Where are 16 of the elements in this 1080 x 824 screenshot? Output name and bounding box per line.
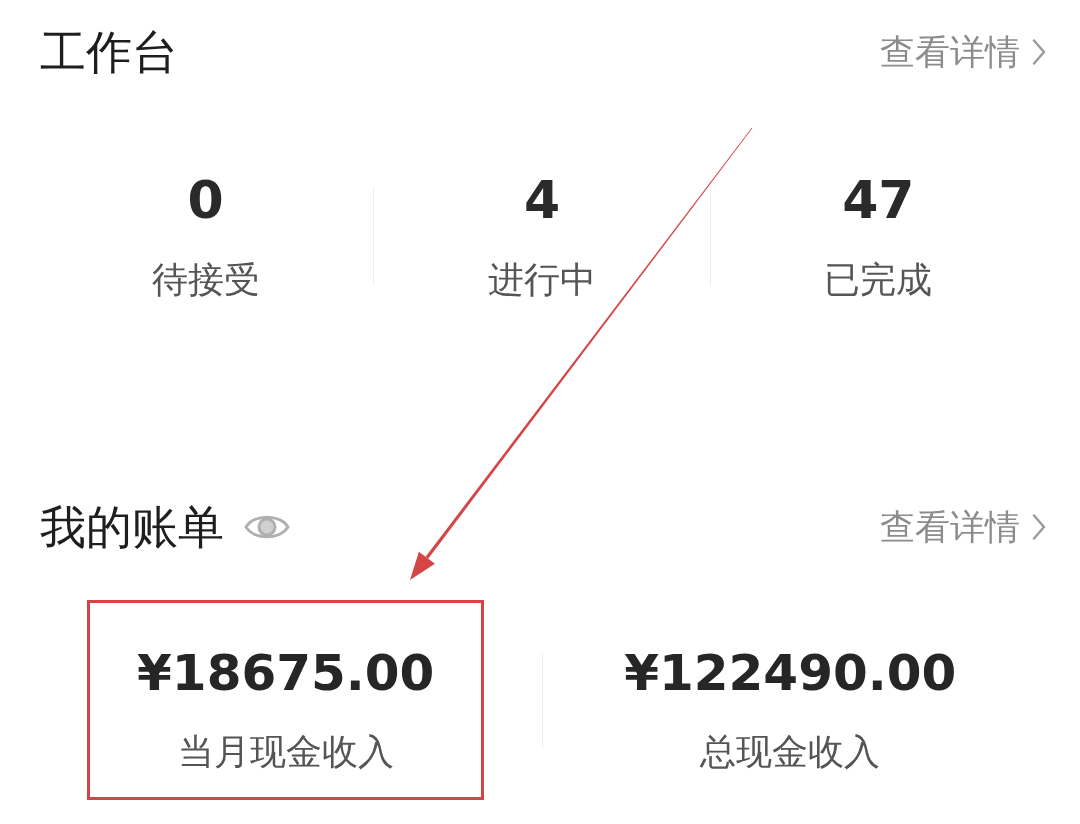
amount-value: ¥18675.00: [137, 643, 435, 703]
amount-value: ¥122490.00: [624, 643, 957, 703]
stat-label: 待接受: [151, 258, 260, 302]
section-title: 工作台: [39, 24, 178, 81]
details-link[interactable]: 查看详情: [880, 505, 1046, 549]
stat-label: 已完成: [824, 258, 933, 302]
amount-label: 总现金收入: [700, 730, 881, 774]
stat-value: 47: [842, 170, 915, 230]
stat-value: 0: [187, 170, 224, 230]
chevron-right-icon: [1032, 514, 1046, 540]
stat-label: 进行中: [488, 258, 596, 302]
chevron-right-icon: [1032, 39, 1046, 65]
details-link[interactable]: 查看详情: [880, 30, 1046, 74]
section-title: 我的账单: [39, 499, 224, 556]
amount-label: 当月现金收入: [177, 730, 394, 774]
stat-value: 4: [523, 170, 561, 230]
